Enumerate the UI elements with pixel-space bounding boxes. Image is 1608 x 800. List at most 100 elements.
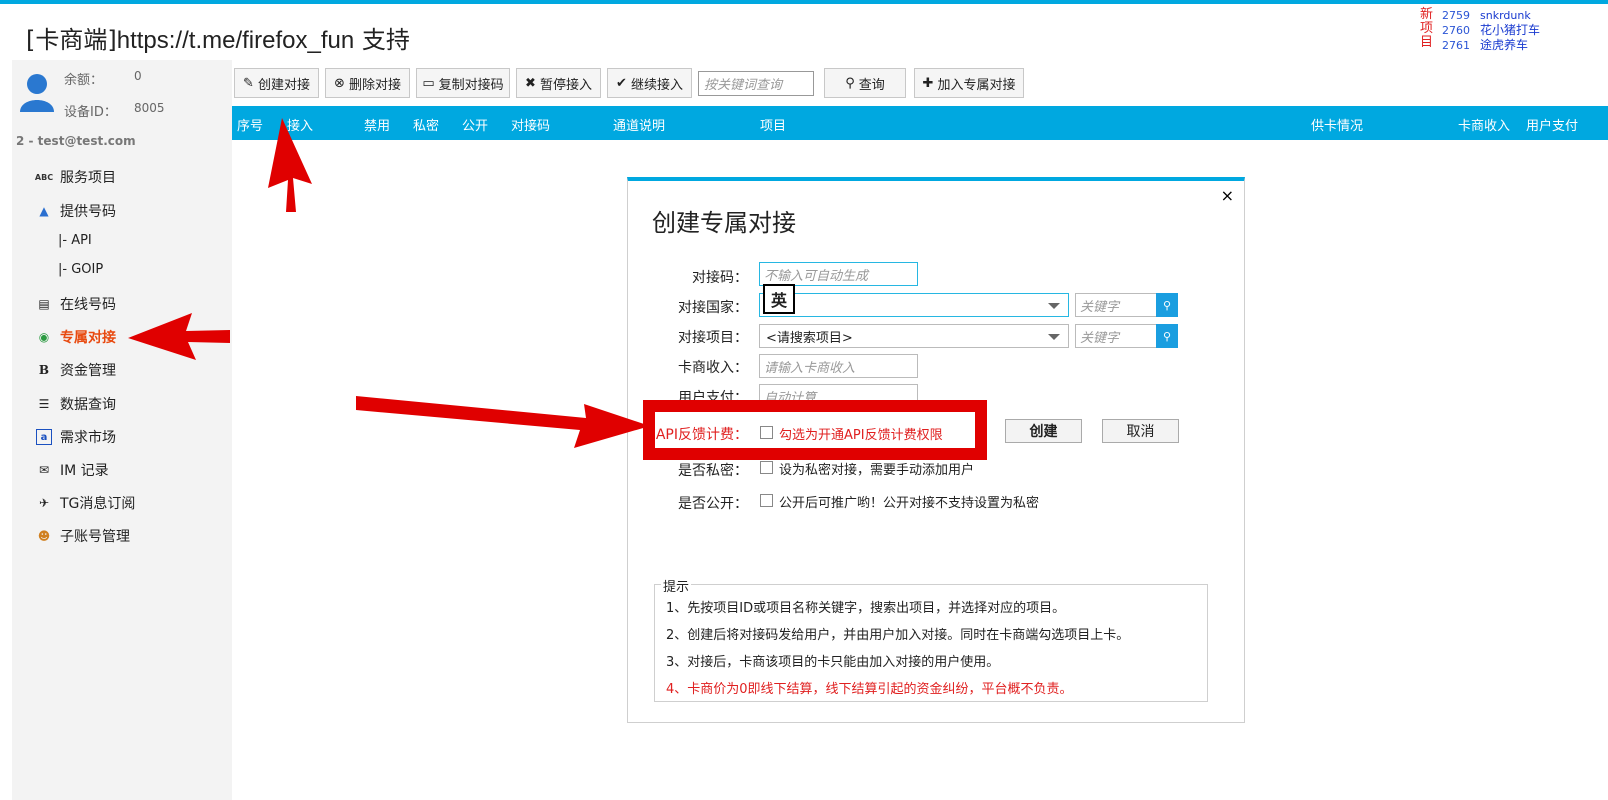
public-text[interactable]: 公开后可推广哟！公开对接不支持设置为私密	[779, 492, 1039, 511]
cancel-button[interactable]: 取消	[1102, 419, 1179, 443]
close-icon[interactable]: ×	[1221, 186, 1234, 205]
column-header[interactable]: 卡商收入	[1458, 115, 1510, 134]
resume-access-button[interactable]: ✔ 继续接入	[607, 68, 692, 98]
column-header[interactable]: 禁用	[364, 115, 390, 134]
sidebar-item-market[interactable]: a 需求市场	[36, 427, 116, 447]
column-header[interactable]: 供卡情况	[1311, 115, 1363, 134]
tip-line: 1、先按项目ID或项目名称关键字，搜索出项目，并选择对应的项目。	[666, 601, 1066, 616]
column-header[interactable]: 公开	[462, 115, 488, 134]
new-project-row[interactable]: 2760 花小猪打车	[1442, 23, 1540, 38]
delete-circle-icon: ⊗	[334, 75, 345, 91]
private-checkbox[interactable]	[760, 461, 773, 474]
sidebar-item-im-records[interactable]: ✉ IM 记录	[36, 460, 109, 480]
copy-code-button[interactable]: ▭ 复制对接码	[416, 68, 510, 98]
column-header[interactable]: 通道说明	[613, 115, 665, 134]
tips-box: 提示 1、先按项目ID或项目名称关键字，搜索出项目，并选择对应的项目。 2、创建…	[654, 576, 1208, 702]
country-search-button[interactable]: ⚲	[1156, 293, 1178, 317]
project-search-button[interactable]: ⚲	[1156, 324, 1178, 348]
sidebar-item-online-number[interactable]: ▤ 在线号码	[36, 294, 116, 314]
code-label: 对接码：	[692, 270, 748, 286]
new-project-name[interactable]: snkrdunk	[1480, 8, 1531, 23]
dialog-title: 创建专属对接	[652, 209, 796, 237]
project-select[interactable]: <请搜索项目>	[759, 324, 1069, 348]
column-header[interactable]: 接入	[287, 115, 313, 134]
abc-check-icon: ABC	[34, 172, 54, 182]
cross-icon: ✖	[525, 75, 536, 91]
search-icon: ⚲	[1162, 329, 1172, 343]
check-icon: ✔	[616, 75, 627, 91]
list-numbered-icon: ☰	[38, 397, 50, 411]
search-icon: ⚲	[1162, 298, 1172, 312]
new-project-id: 2759	[1442, 9, 1470, 22]
private-text[interactable]: 设为私密对接，需要手动添加用户	[779, 459, 974, 478]
bold-b-icon: B	[38, 363, 50, 377]
new-project-name[interactable]: 花小猪打车	[1480, 23, 1540, 38]
tips-legend: 提示	[661, 576, 692, 595]
code-input[interactable]: 不输入可自动生成	[759, 262, 918, 286]
column-header[interactable]: 私密	[413, 115, 439, 134]
sidebar-item-service[interactable]: ABC 服务项目	[34, 167, 116, 187]
column-header[interactable]: 对接码	[511, 115, 550, 134]
chevron-down-icon	[1048, 303, 1060, 309]
tip-line: 3、对接后，卡商该项目的卡只能由加入对接的用户使用。	[666, 655, 1000, 670]
create-button[interactable]: 创建	[1005, 419, 1082, 443]
country-keyword-input[interactable]: 关键字	[1075, 293, 1157, 317]
delete-docking-button[interactable]: ⊗ 删除对接	[325, 68, 410, 98]
tip-line: 2、创建后将对接码发给用户，并由用户加入对接。同时在卡商端勾选项目上卡。	[666, 628, 1130, 643]
query-button[interactable]: ⚲ 查询	[824, 68, 906, 98]
sidebar-item-label: 专属对接	[60, 330, 116, 346]
device-row: 设备ID： 8005	[64, 101, 165, 120]
new-project-name[interactable]: 途虎养车	[1480, 38, 1528, 53]
ime-indicator: 英	[763, 284, 795, 314]
up-arrow-icon: ▲	[39, 204, 49, 218]
project-keyword-input[interactable]: 关键字	[1075, 324, 1157, 348]
project-label: 对接项目：	[678, 330, 748, 346]
sidebar-item-label: 子账号管理	[60, 529, 130, 545]
balance-value: 0	[134, 69, 142, 83]
device-value: 8005	[134, 101, 165, 115]
income-input[interactable]: 请输入卡商收入	[759, 354, 918, 378]
sidebar-item-funds[interactable]: B 资金管理	[36, 360, 116, 380]
new-project-id: 2761	[1442, 39, 1470, 52]
sidebar-item-label: TG消息订阅	[60, 496, 136, 512]
project-select-value: <请搜索项目>	[766, 330, 853, 346]
sidebar-item-goip[interactable]: |- GOIP	[58, 262, 103, 277]
column-header[interactable]: 序号	[237, 115, 263, 134]
sidebar-item-tg-subscription[interactable]: ✈ TG消息订阅	[36, 493, 135, 513]
tip-line-warning: 4、卡商价为0即线下结算，线下结算引起的资金纠纷，平台概不负责。	[666, 682, 1073, 697]
balance-label: 余额：	[64, 73, 104, 88]
sidebar-item-exclusive-docking[interactable]: ◉ 专属对接	[36, 327, 116, 347]
new-project-row[interactable]: 2759 snkrdunk	[1442, 8, 1540, 23]
app-title-url[interactable]: https://t.me/firefox_fun	[117, 27, 354, 54]
app-title-suffix: 支持	[354, 26, 410, 54]
top-accent-bar	[0, 0, 1608, 4]
sidebar-item-label: 在线号码	[60, 297, 116, 313]
new-projects-tag: 新项目	[1420, 7, 1434, 50]
table-header: 序号 接入 禁用 私密 公开 对接码 通道说明 项目 供卡情况 卡商收入 用户支…	[232, 106, 1608, 140]
country-select[interactable]	[759, 293, 1069, 317]
public-checkbox[interactable]	[760, 494, 773, 507]
pause-access-button[interactable]: ✖ 暂停接入	[516, 68, 601, 98]
folder-icon: ▭	[422, 75, 435, 91]
sidebar-item-api[interactable]: |- API	[58, 233, 92, 248]
sidebar-item-data-query[interactable]: ☰ 数据查询	[36, 394, 116, 414]
globe-icon: ◉	[38, 330, 50, 344]
join-docking-button[interactable]: ✚ 加入专属对接	[914, 68, 1024, 98]
list-icon: ▤	[38, 297, 50, 311]
sidebar-item-subaccounts[interactable]: ☻ 子账号管理	[36, 526, 130, 546]
sidebar-item-provide-number[interactable]: ▲ 提供号码	[36, 201, 116, 221]
column-header[interactable]: 用户支付	[1526, 115, 1578, 134]
user-email: 2 - test@test.com	[16, 134, 136, 148]
public-label: 是否公开：	[678, 496, 748, 512]
envelope-icon: ✉	[38, 463, 50, 477]
create-docking-button[interactable]: ✎ 创建对接	[234, 68, 319, 98]
income-label: 卡商收入：	[678, 360, 748, 376]
users-icon: ☻	[37, 529, 51, 543]
annotation-highlight-box	[643, 400, 987, 460]
new-project-id: 2760	[1442, 24, 1470, 37]
keyword-search-input[interactable]: 按关键词查询	[698, 71, 814, 96]
annotation-arrow-right	[356, 396, 650, 448]
column-header[interactable]: 项目	[760, 115, 786, 134]
chevron-down-icon	[1048, 334, 1060, 340]
new-project-row[interactable]: 2761 途虎养车	[1442, 38, 1540, 53]
